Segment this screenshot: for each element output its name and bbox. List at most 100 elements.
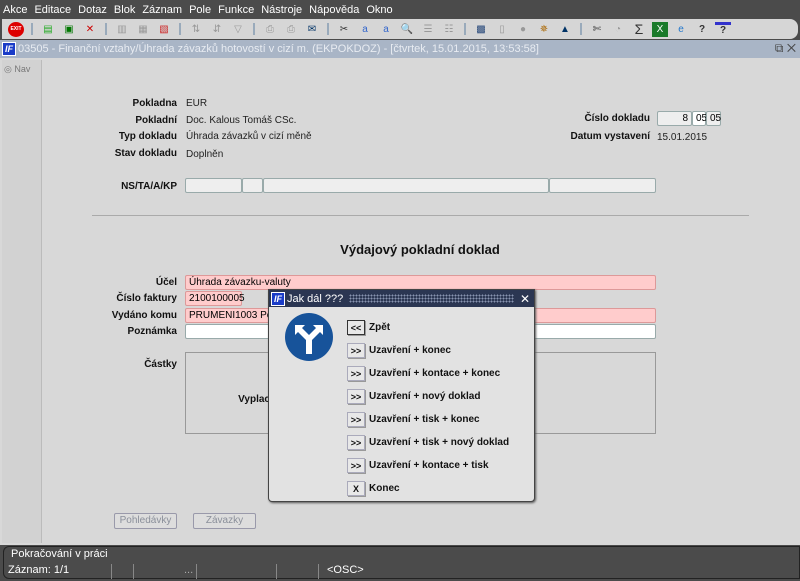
help-icon[interactable]: ? [694, 22, 710, 37]
pohledavky-button[interactable]: Pohledávky [114, 513, 177, 529]
option-button[interactable]: >> [347, 343, 365, 358]
window-title-bar: IF 03505 - Finanční vztahy/Úhrada závazk… [0, 40, 800, 58]
a-field[interactable] [263, 178, 549, 193]
dialog-option[interactable]: >> Uzavření + kontace + tisk [347, 458, 489, 473]
ta-field[interactable] [242, 178, 263, 193]
menu-okno[interactable]: Okno [366, 4, 392, 16]
back-button[interactable]: << [347, 320, 365, 335]
status-cell: ... [133, 564, 196, 579]
option-label: Uzavření + kontace + konec [369, 368, 501, 379]
ns-field[interactable] [185, 178, 242, 193]
cislo-dokladu-field-1[interactable]: 8 [657, 111, 692, 126]
dialog-option[interactable]: >> Uzavření + konec [347, 343, 451, 358]
dialog-option[interactable]: >> Uzavření + tisk + konec [347, 412, 480, 427]
option-label: Zpět [369, 322, 391, 333]
context-help-icon[interactable]: ? [715, 21, 731, 37]
execute-query-icon[interactable]: ▦ [135, 22, 151, 37]
option-button[interactable]: >> [347, 389, 365, 404]
scissors-doc-icon[interactable]: ✄ [589, 22, 605, 37]
globe-icon[interactable]: ● [515, 22, 531, 37]
divider [92, 215, 749, 216]
ucel-label: Účel [155, 277, 177, 288]
status-cell [196, 564, 276, 579]
save-record-icon[interactable]: ▣ [61, 22, 77, 37]
option-button[interactable]: >> [347, 435, 365, 450]
vyplaceno-label: Vyplac [238, 394, 270, 405]
delete-record-icon[interactable]: ✕ [82, 22, 98, 37]
copy-icon[interactable]: a [357, 22, 373, 37]
status-cell [111, 564, 133, 579]
stav-dokladu-value: Doplněn [186, 149, 224, 160]
dialog-option-zpet[interactable]: << Zpět [347, 320, 390, 335]
konec-button[interactable]: X [347, 481, 365, 496]
menu-akce[interactable]: Akce [3, 4, 27, 16]
option-button[interactable]: >> [347, 458, 365, 473]
status-message: Pokračování v práci [11, 548, 108, 560]
triangle-icon[interactable]: ▲ [557, 22, 573, 37]
menu-dotaz[interactable]: Dotaz [78, 4, 107, 16]
menu-zaznam[interactable]: Záznam [142, 4, 182, 16]
datum-label: Datum vystavení [570, 131, 650, 142]
toolbar-separator [580, 23, 582, 35]
tree-icon[interactable]: ☷ [441, 22, 457, 37]
paste-icon[interactable]: a [378, 22, 394, 37]
menu-nastroje[interactable]: Nástroje [261, 4, 302, 16]
menu-napoveda[interactable]: Nápověda [309, 4, 359, 16]
insert-record-icon[interactable]: ▤ [40, 22, 56, 37]
menu-editace[interactable]: Editace [34, 4, 71, 16]
option-button[interactable]: >> [347, 366, 365, 381]
window-title: 03505 - Finanční vztahy/Úhrada závazků h… [18, 43, 539, 55]
status-bar: Pokračování v práci Záznam: 1/1 ... <OSC… [3, 546, 800, 579]
section-title: Výdajový pokladní doklad [340, 242, 500, 257]
menu-funkce[interactable]: Funkce [218, 4, 254, 16]
zavazky-button[interactable]: Závazky [193, 513, 256, 529]
sort-desc-icon[interactable]: ⇵ [209, 22, 225, 37]
document-icon[interactable]: ▯ [494, 22, 510, 37]
filter-icon[interactable]: ▽ [230, 22, 246, 37]
calculator-icon[interactable]: ▩ [473, 22, 489, 37]
find-icon[interactable]: 🔍 [399, 22, 415, 37]
menu-blok[interactable]: Blok [114, 4, 135, 16]
menu-bar: Akce Editace Dotaz Blok Záznam Pole Funk… [0, 0, 800, 19]
datum-value: 15.01.2015 [657, 132, 708, 143]
nav-label: Nav [14, 64, 31, 74]
toolbar-separator [105, 23, 107, 35]
cislo-dokladu-field-2[interactable]: 05 [692, 111, 707, 126]
wheel-icon[interactable]: ✵ [536, 22, 552, 37]
menu-pole[interactable]: Pole [189, 4, 211, 16]
list-icon[interactable]: ☰ [420, 22, 436, 37]
browser-icon[interactable]: e [673, 22, 689, 37]
vydano-komu-label: Vydáno komu [111, 310, 177, 321]
sum-icon[interactable]: Σ [631, 21, 647, 37]
sort-asc-icon[interactable]: ⇅ [188, 22, 204, 37]
cislo-dokladu-field-3[interactable]: 05 [706, 111, 721, 126]
cislo-dokladu-label: Číslo dokladu [584, 113, 650, 124]
print-setup-icon[interactable]: ⎙ [283, 22, 299, 37]
dialog-option[interactable]: >> Uzavření + nový doklad [347, 389, 480, 404]
close-window-icon[interactable]: ✕ [787, 41, 796, 55]
dialog-option[interactable]: >> Uzavření + tisk + nový doklad [347, 435, 509, 450]
cut-icon[interactable]: ✂ [336, 22, 352, 37]
option-label: Uzavření + kontace + tisk [369, 460, 489, 471]
ucel-field[interactable]: Úhrada závazku-valuty [185, 275, 656, 290]
cancel-query-icon[interactable]: ▧ [156, 22, 172, 37]
print-icon[interactable]: ⎙ [262, 22, 278, 37]
restore-icon[interactable]: ⧉ [775, 41, 784, 55]
dialog-close-icon[interactable]: ✕ [520, 292, 530, 306]
cislo-faktury-field[interactable]: 2100100005 [185, 291, 245, 306]
query-icon[interactable]: ▥ [114, 22, 130, 37]
kp-field[interactable] [549, 178, 656, 193]
toolbar-separator [179, 23, 181, 35]
dialog-option-konec[interactable]: X Konec [347, 481, 400, 496]
mail-icon[interactable]: ✉ [304, 22, 320, 37]
chart-icon[interactable]: ◔ [610, 22, 626, 37]
nav-pane[interactable]: ◎ Nav [2, 60, 42, 543]
excel-icon[interactable]: X [652, 21, 668, 37]
dialog-option[interactable]: >> Uzavření + kontace + konec [347, 366, 500, 381]
status-cell [276, 564, 318, 579]
status-mode: <OSC> [318, 564, 418, 579]
option-button[interactable]: >> [347, 412, 365, 427]
option-label: Uzavření + tisk + konec [369, 414, 480, 425]
exit-icon[interactable]: EXIT [8, 21, 24, 37]
dialog-title-bar[interactable]: IF Jak dál ??? ✕ [269, 290, 534, 307]
